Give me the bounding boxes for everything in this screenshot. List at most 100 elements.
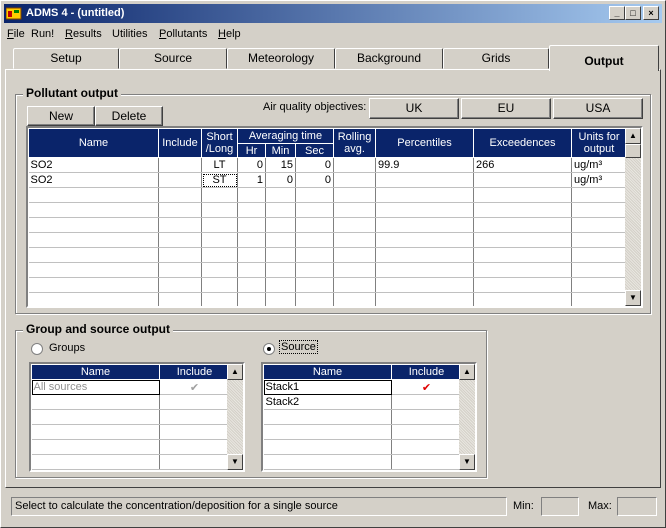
table-row[interactable] (28, 187, 628, 203)
scroll-up-button[interactable]: ▲ (227, 364, 243, 380)
table-row[interactable] (31, 409, 230, 425)
groups-scrollbar[interactable]: ▲ ▼ (227, 364, 243, 470)
table-row[interactable]: SO2 ST 1 0 0 ug/m³ (28, 172, 628, 188)
groups-grid[interactable]: Name Include All sources ✔ ▲ ▼ (29, 362, 245, 472)
cell-short-long[interactable]: LT (201, 157, 238, 173)
delete-button[interactable]: Delete (95, 106, 163, 126)
maximize-button[interactable]: □ (625, 6, 641, 20)
cell-name[interactable]: SO2 (28, 172, 159, 188)
source-col-include[interactable]: Include (391, 364, 462, 380)
table-row[interactable] (28, 277, 628, 293)
cell-hr[interactable]: 0 (237, 157, 266, 173)
cell-rolling[interactable] (333, 157, 377, 173)
table-row[interactable] (263, 424, 462, 440)
tab-grids[interactable]: Grids (443, 48, 549, 69)
cell-sec[interactable]: 0 (295, 172, 335, 188)
table-row[interactable]: Stack1 ✔ (263, 379, 462, 395)
eu-button[interactable]: EU (461, 98, 551, 119)
cell-min[interactable]: 0 (265, 172, 296, 188)
col-sec[interactable]: Sec (294, 143, 335, 158)
table-row[interactable]: All sources ✔ (31, 379, 230, 395)
cell-rolling[interactable] (333, 172, 377, 188)
col-units[interactable]: Units for output (571, 128, 628, 158)
tab-background[interactable]: Background (335, 48, 443, 69)
source-radio-label[interactable]: Source (279, 340, 318, 354)
tab-source[interactable]: Source (119, 48, 227, 69)
groups-radio-label[interactable]: Groups (49, 342, 85, 354)
table-row[interactable] (28, 232, 628, 248)
col-include[interactable]: Include (158, 128, 202, 158)
groups-col-name[interactable]: Name (31, 364, 160, 380)
cell-source-name[interactable]: Stack1 (263, 379, 392, 395)
scroll-thumb[interactable] (625, 144, 641, 158)
table-row[interactable] (31, 454, 230, 470)
table-row[interactable]: SO2 LT 0 15 0 99.9 266 ug/m³ (28, 157, 628, 173)
scroll-down-button[interactable]: ▼ (227, 454, 243, 470)
cell-units[interactable]: ug/m³ (571, 172, 628, 188)
col-hr[interactable]: Hr (237, 143, 266, 158)
col-name[interactable]: Name (28, 128, 159, 158)
check-icon[interactable]: ✔ (391, 379, 462, 395)
col-averaging-time[interactable]: Averaging time (236, 128, 335, 144)
cell-short-long[interactable]: ST (201, 172, 238, 188)
cell-min[interactable]: 15 (265, 157, 296, 173)
col-percentiles[interactable]: Percentiles (375, 128, 475, 158)
tab-output[interactable]: Output (549, 45, 659, 71)
col-short-long[interactable]: Short/Long (201, 128, 238, 158)
table-row[interactable] (28, 247, 628, 263)
menu-help[interactable]: Help (218, 28, 241, 40)
pollutant-scrollbar[interactable]: ▲ ▼ (625, 128, 641, 306)
cell-name[interactable]: SO2 (28, 157, 159, 173)
scroll-up-button[interactable]: ▲ (625, 128, 641, 144)
table-row[interactable] (263, 409, 462, 425)
table-row[interactable]: Stack2 (263, 394, 462, 410)
pollutant-grid[interactable]: Name Include Short/Long Averaging time R… (26, 126, 643, 308)
new-button[interactable]: New (27, 106, 95, 126)
menu-results[interactable]: Results (65, 28, 102, 40)
source-radio[interactable] (263, 343, 275, 355)
table-row[interactable] (263, 439, 462, 455)
col-exceedences[interactable]: Exceedences (473, 128, 573, 158)
menu-file[interactable]: File (7, 28, 25, 40)
menu-run[interactable]: Run! (31, 28, 54, 40)
scroll-up-button[interactable]: ▲ (459, 364, 475, 380)
col-rolling[interactable]: Rolling avg. (333, 128, 377, 158)
cell-hr[interactable]: 1 (237, 172, 266, 188)
table-row[interactable] (28, 202, 628, 218)
cell-percentiles[interactable] (375, 172, 475, 188)
table-row[interactable] (28, 292, 628, 306)
source-col-name[interactable]: Name (263, 364, 392, 380)
groups-radio[interactable] (31, 343, 43, 355)
uk-button[interactable]: UK (369, 98, 459, 119)
close-button[interactable]: × (643, 6, 659, 20)
cell-source-include[interactable] (391, 394, 462, 410)
usa-button[interactable]: USA (553, 98, 643, 119)
menu-utilities[interactable]: Utilities (112, 28, 147, 40)
source-grid[interactable]: Name Include Stack1 ✔ Stack2 ▲ ▼ (261, 362, 477, 472)
cell-sec[interactable]: 0 (295, 157, 335, 173)
table-row[interactable] (31, 424, 230, 440)
cell-exceedences[interactable] (473, 172, 573, 188)
cell-percentiles[interactable]: 99.9 (375, 157, 475, 173)
cell-exceedences[interactable]: 266 (473, 157, 573, 173)
scroll-down-button[interactable]: ▼ (625, 290, 641, 306)
cell-group-name[interactable]: All sources (31, 379, 160, 395)
tab-setup[interactable]: Setup (13, 48, 119, 69)
table-row[interactable] (31, 394, 230, 410)
table-row[interactable] (28, 262, 628, 278)
table-row[interactable] (28, 217, 628, 233)
table-row[interactable] (31, 439, 230, 455)
tab-meteorology[interactable]: Meteorology (227, 48, 335, 69)
cell-source-name[interactable]: Stack2 (263, 394, 392, 410)
cell-units[interactable]: ug/m³ (571, 157, 628, 173)
table-row[interactable] (263, 454, 462, 470)
groups-col-include[interactable]: Include (159, 364, 230, 380)
menu-pollutants[interactable]: Pollutants (159, 28, 207, 40)
check-icon[interactable]: ✔ (159, 379, 230, 395)
source-scrollbar[interactable]: ▲ ▼ (459, 364, 475, 470)
cell-include[interactable] (158, 157, 202, 173)
scroll-down-button[interactable]: ▼ (459, 454, 475, 470)
minimize-button[interactable]: _ (609, 6, 625, 20)
cell-include[interactable] (158, 172, 202, 188)
col-min[interactable]: Min (265, 143, 296, 158)
